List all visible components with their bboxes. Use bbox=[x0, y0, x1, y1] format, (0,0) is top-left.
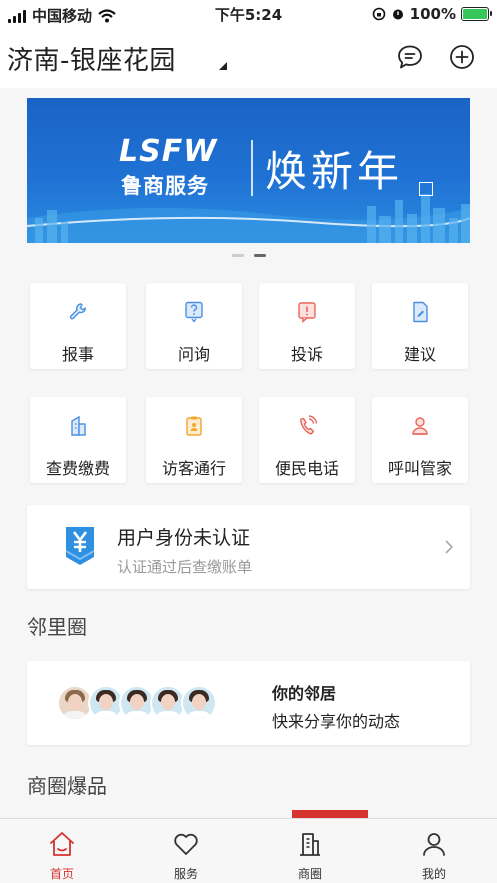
pagination-dot-active[interactable] bbox=[253, 254, 266, 257]
tab-label: 商圈 bbox=[297, 867, 322, 881]
wrench-icon bbox=[69, 303, 87, 320]
city-skyline-image bbox=[27, 194, 470, 243]
service-grid-row-1: 报事 问询 投诉 建议 bbox=[0, 283, 497, 369]
banner-divider bbox=[251, 140, 253, 196]
service-phone[interactable]: 便民电话 bbox=[259, 397, 355, 483]
battery-percent: 100% bbox=[409, 5, 456, 23]
community-selector[interactable]: 济南-银座花园 bbox=[7, 40, 176, 77]
verification-title: 用户身份未认证 bbox=[117, 527, 251, 549]
tab-label: 服务 bbox=[173, 867, 198, 881]
butler-icon bbox=[412, 417, 428, 435]
promo-banner[interactable]: LSFW 鲁商服务 焕新年 bbox=[27, 98, 470, 243]
bottom-tab-bar: 首页 服务 商圈 我的 bbox=[0, 818, 497, 883]
tab-business[interactable]: 商圈 bbox=[248, 819, 372, 883]
service-billing[interactable]: 查费缴费 bbox=[30, 397, 126, 483]
status-bar: 中国移动 下午5:24 100% bbox=[0, 0, 497, 28]
banner-slogan: 焕新年 bbox=[265, 147, 404, 196]
chevron-right-icon bbox=[445, 540, 454, 554]
tab-home[interactable]: 首页 bbox=[0, 819, 124, 883]
service-report[interactable]: 报事 bbox=[30, 283, 126, 369]
pagination-dot[interactable] bbox=[231, 254, 244, 257]
service-label: 访客通行 bbox=[161, 459, 226, 478]
tab-profile[interactable]: 我的 bbox=[372, 819, 496, 883]
section-title-shop: 商圈爆品 bbox=[27, 774, 107, 798]
building-icon bbox=[300, 833, 320, 856]
identity-verification-card[interactable]: 用户身份未认证 认证通过后查缴账单 bbox=[27, 505, 470, 589]
complaint-icon bbox=[298, 302, 316, 323]
status-right: 100% bbox=[372, 5, 492, 23]
top-header: 济南-银座花园 bbox=[0, 28, 497, 88]
alarm-icon bbox=[392, 9, 403, 20]
service-label: 建议 bbox=[403, 345, 436, 364]
service-grid-row-2: 查费缴费 访客通行 便民电话 呼叫管家 bbox=[0, 397, 497, 483]
tab-label: 首页 bbox=[49, 867, 74, 881]
battery-icon bbox=[461, 7, 492, 21]
service-suggestion[interactable]: 建议 bbox=[372, 283, 468, 369]
section-title-neighbors: 邻里圈 bbox=[27, 615, 87, 639]
avatar bbox=[181, 685, 217, 721]
rotation-lock-icon bbox=[372, 7, 385, 21]
banner-logo-text: LSFW bbox=[119, 134, 218, 169]
neighbors-card-title: 你的邻居 bbox=[272, 684, 337, 703]
tab-services[interactable]: 服务 bbox=[124, 819, 248, 883]
yuan-icon bbox=[65, 527, 95, 565]
home-icon bbox=[50, 832, 74, 856]
service-label: 投诉 bbox=[290, 345, 323, 364]
phone-icon bbox=[300, 415, 317, 435]
battery-level bbox=[463, 9, 487, 19]
heart-icon bbox=[174, 833, 198, 855]
service-complaint[interactable]: 投诉 bbox=[259, 283, 355, 369]
user-icon bbox=[423, 833, 445, 856]
neighbors-card[interactable]: 你的邻居 快来分享你的动态 bbox=[27, 661, 470, 745]
seal-icon bbox=[419, 182, 433, 196]
tab-label: 我的 bbox=[421, 867, 446, 881]
dropdown-caret-icon[interactable] bbox=[219, 62, 227, 70]
service-butler[interactable]: 呼叫管家 bbox=[372, 397, 468, 483]
banner-brand: 鲁商服务 bbox=[121, 174, 209, 198]
service-label: 呼叫管家 bbox=[387, 459, 452, 478]
service-label: 查费缴费 bbox=[45, 459, 110, 478]
service-label: 便民电话 bbox=[274, 459, 339, 478]
service-label: 报事 bbox=[61, 345, 94, 364]
service-label: 问询 bbox=[177, 345, 210, 364]
neighbors-card-subtitle: 快来分享你的动态 bbox=[272, 712, 401, 731]
verification-subtitle: 认证通过后查缴账单 bbox=[117, 558, 253, 576]
visitor-pass-icon bbox=[186, 416, 202, 436]
message-icon[interactable] bbox=[397, 44, 423, 70]
suggestion-doc-icon bbox=[413, 301, 428, 323]
building-bill-icon bbox=[71, 415, 86, 436]
service-inquiry[interactable]: 问询 bbox=[146, 283, 242, 369]
add-icon[interactable] bbox=[449, 44, 475, 70]
question-doc-icon bbox=[185, 301, 203, 323]
service-visitor-pass[interactable]: 访客通行 bbox=[146, 397, 242, 483]
banner-pagination bbox=[0, 254, 497, 257]
